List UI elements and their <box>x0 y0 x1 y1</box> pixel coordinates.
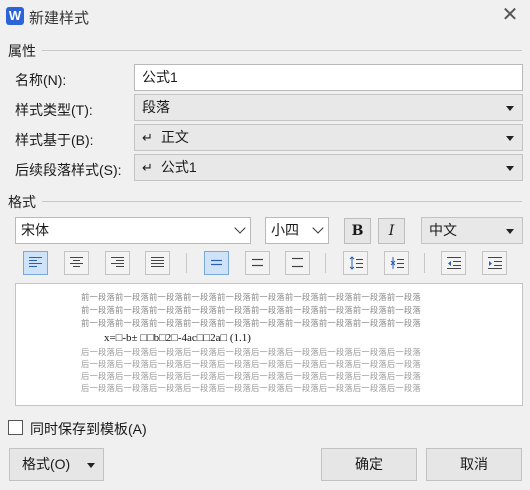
style-type-label: 样式类型(T): <box>15 102 93 118</box>
paragraph-mark-icon: ↵ <box>142 160 153 175</box>
increase-para-spacing-button[interactable] <box>343 251 368 275</box>
dropdown-arrow-icon <box>506 166 514 171</box>
style-type-select[interactable]: 段落 <box>134 94 523 121</box>
one-half-spacing-icon <box>252 258 263 267</box>
font-name-value: 宋体 <box>21 222 49 238</box>
toolbar-separator <box>186 253 187 273</box>
close-icon[interactable]: ✕ <box>500 5 520 26</box>
properties-section-title: 属性 <box>8 43 36 59</box>
app-logo-icon: W <box>6 7 24 25</box>
dialog-title: 新建样式 <box>29 10 90 27</box>
dropdown-arrow-icon <box>506 136 514 141</box>
preview-after-line: 后一段落后一段落后一段落后一段落后一段落后一段落后一段落后一段落后一段落后一段落 <box>81 371 421 381</box>
save-to-template-label: 同时保存到模板(A) <box>30 421 147 437</box>
justify-button[interactable] <box>145 251 170 275</box>
format-menu-button[interactable]: 格式(O) <box>9 448 104 481</box>
font-size-value: 小四 <box>271 222 299 238</box>
next-style-value: 公式1 <box>160 159 197 175</box>
one-half-spacing-button[interactable] <box>245 251 270 275</box>
single-spacing-button[interactable] <box>204 251 229 275</box>
preview-after-line: 后一段落后一段落后一段落后一段落后一段落后一段落后一段落后一段落后一段落后一段落 <box>81 359 421 369</box>
dropdown-arrow-icon <box>87 463 95 468</box>
decrease-indent-button[interactable] <box>441 251 466 275</box>
double-spacing-icon <box>292 257 303 268</box>
dropdown-arrow-icon <box>506 229 514 234</box>
single-spacing-icon <box>211 259 222 266</box>
align-center-icon <box>70 257 83 267</box>
increase-indent-button[interactable] <box>482 251 507 275</box>
title-bar: W 新建样式 ✕ <box>0 0 530 33</box>
toolbar-separator <box>424 253 425 273</box>
outdent-icon <box>446 257 461 269</box>
chevron-down-icon <box>234 222 246 234</box>
double-spacing-button[interactable] <box>285 251 310 275</box>
italic-button[interactable]: I <box>378 218 405 244</box>
language-value: 中文 <box>429 222 457 238</box>
save-to-template-checkbox[interactable] <box>8 420 23 435</box>
section-divider <box>42 201 522 202</box>
cancel-button[interactable]: 取消 <box>426 448 522 481</box>
align-left-icon <box>29 257 42 267</box>
based-on-label: 样式基于(B): <box>15 132 94 148</box>
chevron-down-icon <box>312 222 324 234</box>
preview-formula: x=□-b± □□b□2□-4ac□□2a□ (1.1) <box>104 332 251 344</box>
next-style-label: 后续段落样式(S): <box>15 162 122 178</box>
preview-after-line: 后一段落后一段落后一段落后一段落后一段落后一段落后一段落后一段落后一段落后一段落 <box>81 347 421 357</box>
justify-icon <box>151 257 164 267</box>
decrease-spacing-icon <box>390 257 404 269</box>
preview-before-line: 前一段落前一段落前一段落前一段落前一段落前一段落前一段落前一段落前一段落前一段落 <box>81 292 421 302</box>
bold-button[interactable]: B <box>344 218 371 244</box>
align-right-button[interactable] <box>105 251 130 275</box>
name-field[interactable]: 公式1 <box>134 64 523 91</box>
align-right-icon <box>111 257 124 267</box>
name-label: 名称(N): <box>15 72 67 88</box>
language-select[interactable]: 中文 <box>421 217 523 244</box>
paragraph-mark-icon: ↵ <box>142 130 153 145</box>
indent-icon <box>487 257 502 269</box>
font-size-select[interactable]: 小四 <box>265 217 329 244</box>
style-type-value: 段落 <box>142 99 170 115</box>
next-style-select[interactable]: ↵ 公式1 <box>134 154 523 181</box>
based-on-value: 正文 <box>160 129 189 145</box>
preview-before-line: 前一段落前一段落前一段落前一段落前一段落前一段落前一段落前一段落前一段落前一段落 <box>81 318 421 328</box>
preview-after-line: 后一段落后一段落后一段落后一段落后一段落后一段落后一段落后一段落后一段落后一段落 <box>81 383 421 393</box>
align-left-button[interactable] <box>23 251 48 275</box>
align-center-button[interactable] <box>64 251 89 275</box>
decrease-para-spacing-button[interactable] <box>384 251 409 275</box>
dropdown-arrow-icon <box>506 106 514 111</box>
format-section-title: 格式 <box>8 194 36 210</box>
increase-spacing-icon <box>349 256 363 270</box>
style-preview: 前一段落前一段落前一段落前一段落前一段落前一段落前一段落前一段落前一段落前一段落… <box>15 283 523 406</box>
format-menu-label: 格式(O) <box>22 456 71 472</box>
preview-before-line: 前一段落前一段落前一段落前一段落前一段落前一段落前一段落前一段落前一段落前一段落 <box>81 305 421 315</box>
ok-button[interactable]: 确定 <box>321 448 417 481</box>
based-on-select[interactable]: ↵ 正文 <box>134 124 523 151</box>
toolbar-separator <box>325 253 326 273</box>
section-divider <box>42 50 522 51</box>
font-name-select[interactable]: 宋体 <box>15 217 251 244</box>
